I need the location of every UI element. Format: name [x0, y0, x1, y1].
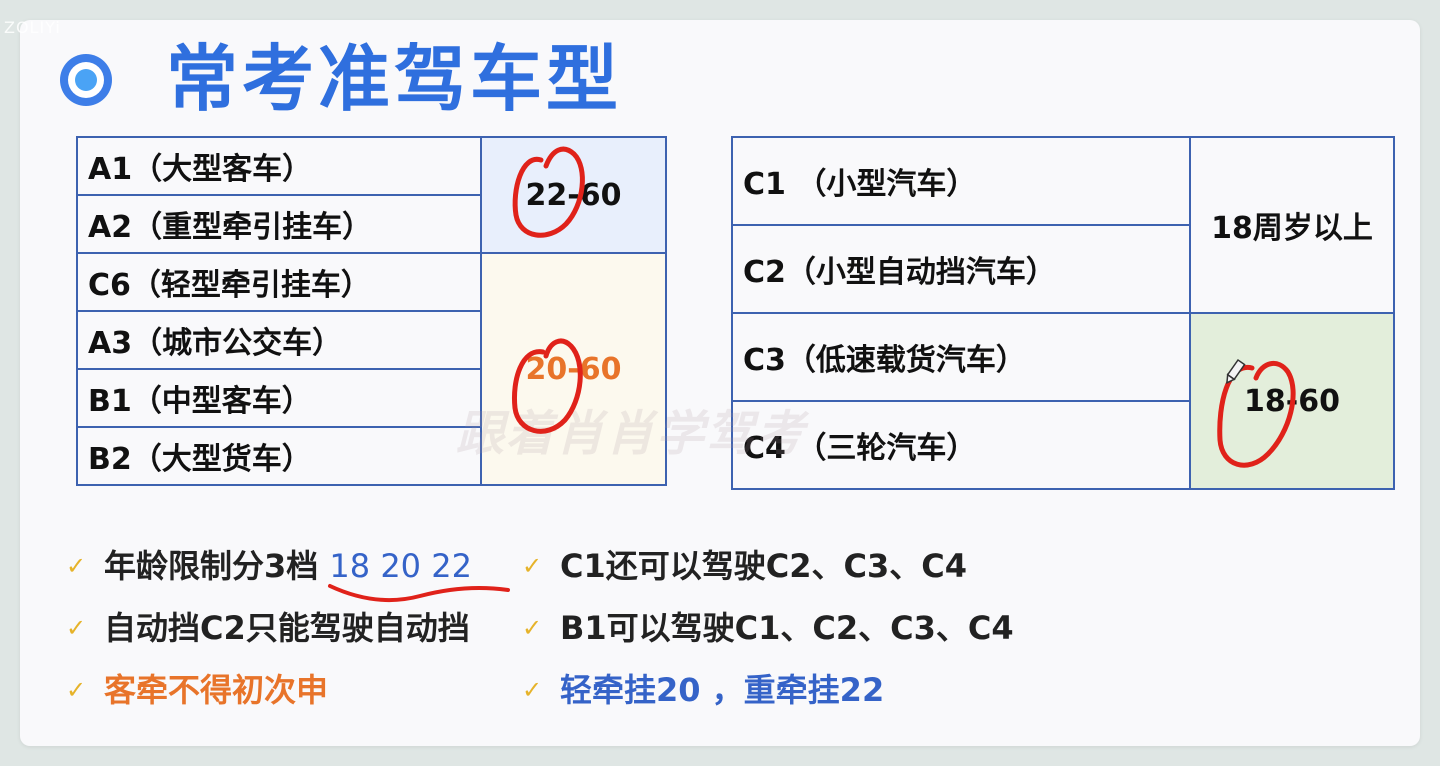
license-type-cell: B2（大型货车）: [76, 426, 482, 486]
check-icon: ✓: [522, 614, 543, 642]
check-icon: ✓: [522, 552, 543, 580]
note-text: 客牵不得初次申: [104, 671, 329, 709]
note-text: 轻牵挂20 ，重牵挂22: [560, 671, 885, 709]
license-type-cell: A1（大型客车）: [76, 136, 482, 196]
license-type-cell: C3（低速载货汽车）: [731, 312, 1191, 402]
license-type-cell: C6（轻型牵引挂车）: [76, 252, 482, 312]
target-dot-icon: [60, 54, 112, 106]
table-row: A1（大型客车） 22-60: [76, 136, 667, 254]
note-item: ✓ 年龄限制分3档 18 20 22: [66, 544, 472, 588]
age-range-cell: 22-60: [480, 136, 667, 254]
note-text: C1还可以驾驶C2、C3、C4: [560, 547, 968, 585]
right-license-table: C1 （小型汽车） 18周岁以上 C2（小型自动挡汽车） C3（低速载货汽车） …: [731, 136, 1395, 490]
note-text: 自动挡C2只能驾驶自动挡: [104, 609, 470, 647]
center-watermark: 跟着肖肖学驾考: [456, 406, 807, 462]
check-icon: ✓: [522, 676, 543, 704]
note-text: 年龄限制分3档: [104, 547, 330, 585]
license-type-cell: A3（城市公交车）: [76, 310, 482, 370]
note-item: ✓ B1可以驾驶C1、C2、C3、C4: [522, 606, 1014, 650]
check-icon: ✓: [66, 614, 87, 642]
note-highlight: 18 20 22: [329, 547, 472, 585]
license-type-cell: B1（中型客车）: [76, 368, 482, 428]
table-row: C6（轻型牵引挂车） 20-60: [76, 252, 667, 486]
table-row: C1 （小型汽车） 18周岁以上: [731, 136, 1395, 314]
note-item: ✓ 自动挡C2只能驾驶自动挡: [66, 606, 470, 650]
check-icon: ✓: [66, 676, 87, 704]
note-item: ✓ 客牵不得初次申: [66, 668, 328, 712]
note-text: B1可以驾驶C1、C2、C3、C4: [560, 609, 1014, 647]
note-item: ✓ 轻牵挂20 ，重牵挂22: [522, 668, 884, 712]
check-icon: ✓: [66, 552, 87, 580]
note-item: ✓ C1还可以驾驶C2、C3、C4: [522, 544, 967, 588]
age-range-cell: 18周岁以上: [1189, 136, 1395, 314]
license-type-cell: C1 （小型汽车）: [731, 136, 1191, 226]
page-title: 常考准驾车型: [166, 37, 623, 121]
license-type-cell: C2（小型自动挡汽车）: [731, 224, 1191, 314]
table-row: C3（低速载货汽车） 18-60: [731, 312, 1395, 490]
license-type-cell: A2（重型牵引挂车）: [76, 194, 482, 254]
age-range-cell: 18-60: [1189, 312, 1395, 490]
